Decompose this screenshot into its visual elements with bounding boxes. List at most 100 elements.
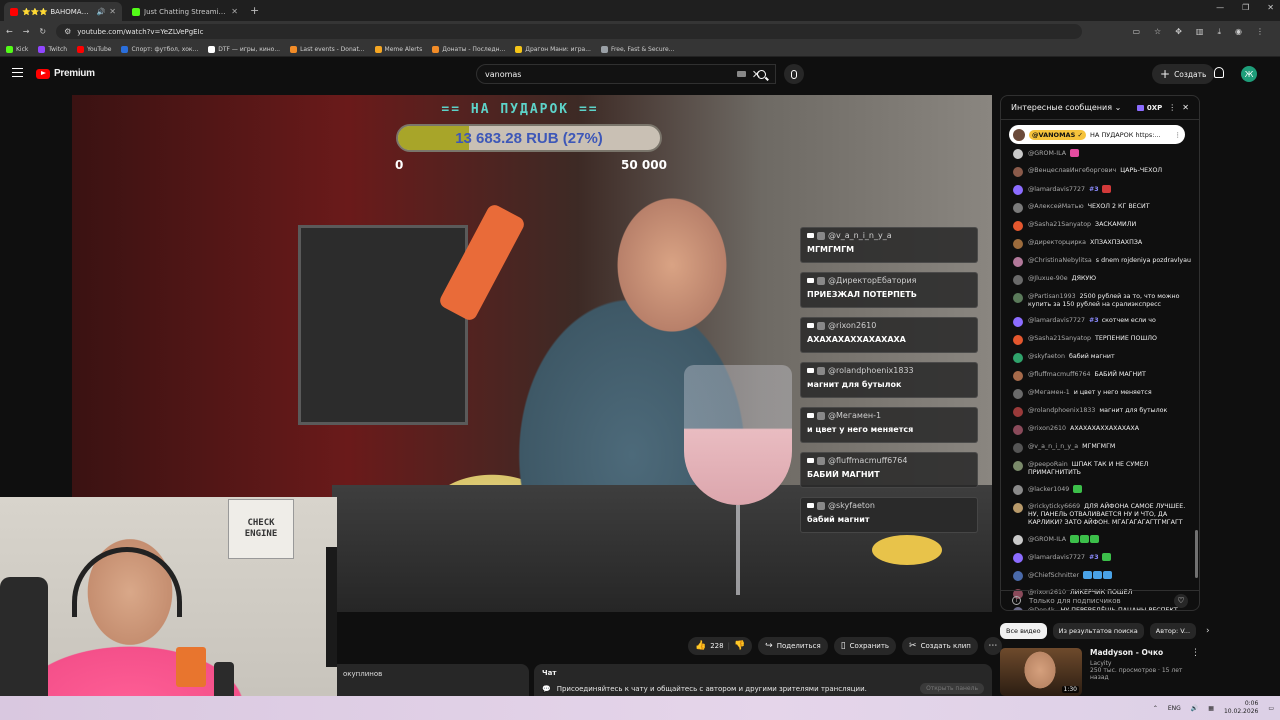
chat-author[interactable]: @Sasha21Sanyatop [1028, 221, 1091, 228]
language-indicator[interactable]: ENG [1168, 705, 1181, 712]
pinned-menu-icon[interactable]: ⋮ [1175, 131, 1182, 139]
chat-message[interactable]: @ChiefSchnitter [1013, 571, 1195, 581]
chat-message[interactable]: @Partisan1993 2500 рублей за то, что можн… [1013, 293, 1195, 309]
video-thumbnail[interactable]: 1:30 [1000, 648, 1082, 696]
chat-author[interactable]: @Мегамен-1 [1028, 389, 1070, 396]
close-tab-icon[interactable]: ✕ [109, 7, 116, 16]
chat-author[interactable]: @peepoRain [1028, 461, 1068, 468]
chat-author[interactable]: @GROM-ILA [1028, 150, 1066, 157]
recommended-video[interactable]: 1:30 Maddyson - Очко Lacyity 250 тыс. пр… [1000, 648, 1200, 696]
voice-search-icon[interactable] [784, 64, 804, 84]
chat-author[interactable]: @skyfaeton [1028, 353, 1065, 360]
avatar[interactable] [1013, 275, 1023, 285]
avatar[interactable] [1013, 485, 1023, 495]
chat-message[interactable]: @GROM-ILA [1013, 149, 1195, 159]
save-button[interactable]: ▯ Сохранить [833, 637, 897, 655]
bookmark-item[interactable]: Last events - Donat... [290, 45, 365, 53]
avatar[interactable] [1013, 389, 1023, 399]
chat-message[interactable]: @lamardavis7727 #3 [1013, 553, 1195, 563]
chat-message[interactable]: @lamardavis7727 #3 скотчем если чо [1013, 317, 1195, 327]
chat-author[interactable]: @GROM-ILA [1028, 536, 1066, 543]
keyboard-icon[interactable] [736, 71, 746, 77]
chat-message[interactable]: @Sasha21Sanyatop ЗАСКАМИЛИ [1013, 221, 1195, 231]
network-icon[interactable]: ▦ [1208, 705, 1214, 712]
bookmark-item[interactable]: Twitch [38, 45, 67, 53]
chat-author[interactable]: @fluffmacmuff6764 [1028, 371, 1091, 378]
avatar[interactable] [1013, 293, 1023, 303]
chat-message[interactable]: @lacker1049 [1013, 485, 1195, 495]
avatar[interactable] [1013, 257, 1023, 267]
chat-author[interactable]: @lacker1049 [1028, 486, 1069, 493]
chat-message[interactable]: @Sasha21Sanyatop ТЕРПЕНИЕ ПОШЛО [1013, 335, 1195, 345]
notification-icon[interactable]: ▭ [1268, 705, 1274, 712]
avatar[interactable] [1013, 425, 1023, 435]
open-panel-button[interactable]: Открыть панель [920, 683, 984, 694]
sidebar-icon[interactable]: ▥ [1196, 27, 1204, 37]
chat-message[interactable]: @директорцирка ХПЗАХПЗАХПЗА [1013, 239, 1195, 249]
cast-icon[interactable]: ▭ [1132, 27, 1140, 37]
chat-mode-dropdown[interactable]: Интересные сообщения ⌄ [1011, 103, 1131, 112]
new-tab-icon[interactable]: + [250, 2, 259, 21]
description-box[interactable]: окуплинов [337, 664, 529, 696]
forward-icon[interactable]: → [23, 27, 30, 36]
back-icon[interactable]: ← [6, 27, 13, 36]
chat-author[interactable]: @Sasha21Sanyatop [1028, 335, 1091, 342]
info-icon[interactable]: i [1012, 596, 1021, 605]
avatar[interactable] [1013, 221, 1023, 231]
chat-message[interactable]: @v_a_n_i_n_y_a МГМГМГМ [1013, 443, 1195, 453]
bookmark-item[interactable]: Донаты - Последн... [432, 45, 505, 53]
tray-chevron-icon[interactable]: ⌃ [1153, 705, 1158, 712]
avatar[interactable] [1013, 407, 1023, 417]
chat-message[interactable]: @ChristinaNebylitsa s dnem rojdeniya pozd… [1013, 257, 1195, 267]
download-icon[interactable]: ⤓ [1217, 27, 1221, 37]
chat-message[interactable]: @rolandphoenix1833 магнит для бутылок [1013, 407, 1195, 417]
thumbs-down-icon[interactable]: 👎 [734, 641, 745, 651]
avatar[interactable] [1013, 571, 1023, 581]
hamburger-menu-icon[interactable] [12, 68, 23, 77]
bookmark-star-icon[interactable]: ☆ [1154, 27, 1161, 37]
avatar[interactable] [1013, 461, 1023, 471]
close-chat-icon[interactable]: ✕ [1182, 103, 1189, 112]
video-title[interactable]: Maddyson - Очко [1090, 648, 1183, 657]
chip-author[interactable]: Автор: V... [1149, 623, 1197, 639]
chat-author[interactable]: @rixon2610 [1028, 425, 1066, 432]
minimize-icon[interactable]: — [1216, 3, 1224, 12]
clock[interactable]: 0:06 10.02.2026 [1224, 700, 1258, 716]
chat-author[interactable]: @ChristinaNebylitsa [1028, 257, 1092, 264]
tab-just-chatting[interactable]: Just Chatting Streaming - Live ✕ [126, 2, 244, 21]
chat-message[interactable]: @Мегамен-1 и цвет у него меняется [1013, 389, 1195, 399]
chat-author[interactable]: @ChiefSchnitter [1028, 572, 1079, 579]
avatar[interactable] [1013, 239, 1023, 249]
chat-message[interactable]: @Jluxue-90e ДЯКУЮ [1013, 275, 1195, 285]
chat-author[interactable]: @lamardavis7727 [1028, 186, 1085, 193]
video-menu-icon[interactable]: ⋮ [1191, 648, 1200, 696]
chat-message[interactable]: @peepoRain ШПАК ТАК И НЕ СУМЕЛ ПРИМАГНИТИ… [1013, 461, 1195, 477]
extensions-icon[interactable]: ✥ [1175, 27, 1182, 37]
bookmark-item[interactable]: YouTube [77, 45, 111, 53]
bookmark-item[interactable]: Спорт: футбол, хок... [121, 45, 198, 53]
avatar[interactable] [1013, 149, 1023, 159]
avatar[interactable] [1013, 317, 1023, 327]
avatar[interactable] [1013, 535, 1023, 545]
chat-author[interactable]: @Jluxue-90e [1028, 275, 1068, 282]
account-avatar[interactable]: Ж [1241, 66, 1257, 82]
bookmark-item[interactable]: Kick [6, 45, 28, 53]
chat-message[interactable]: @АлексейМатью ЧЕХОЛ 2 КГ ВЕСИТ [1013, 203, 1195, 213]
clip-button[interactable]: ✂ Создать клип [902, 637, 978, 655]
chat-message[interactable]: @skyfaeton бабий магнит [1013, 353, 1195, 363]
bookmark-item[interactable]: Meme Alerts [374, 45, 422, 53]
pinned-message[interactable]: @VANOMAS ✓ НА ПУДАРОК https:... ⋮ [1009, 125, 1185, 144]
chevron-right-icon[interactable]: › [1206, 626, 1210, 636]
chat-message[interactable]: @ВенцеславИнгеборгович ЦАРЬ-ЧЕХОЛ [1013, 167, 1195, 177]
avatar[interactable] [1013, 503, 1023, 513]
audio-icon[interactable]: 🔊 [97, 8, 106, 16]
chip-all-videos[interactable]: Все видео [1000, 623, 1047, 639]
menu-icon[interactable]: ⋮ [1256, 27, 1264, 37]
volume-icon[interactable]: 🔊 [1191, 705, 1198, 712]
chat-message[interactable]: @rixon2610 АХАХАХАХХАХАХАХА [1013, 425, 1195, 435]
xp-badge[interactable]: 0XP [1136, 104, 1162, 112]
maximize-icon[interactable]: ❐ [1242, 3, 1249, 12]
chat-message[interactable]: @fluffmacmuff6764 БАБИЙ МАГНИТ [1013, 371, 1195, 381]
chat-author[interactable]: @v_a_n_i_n_y_a [1028, 443, 1078, 450]
bookmark-item[interactable]: Free, Fast & Secure... [600, 45, 674, 53]
